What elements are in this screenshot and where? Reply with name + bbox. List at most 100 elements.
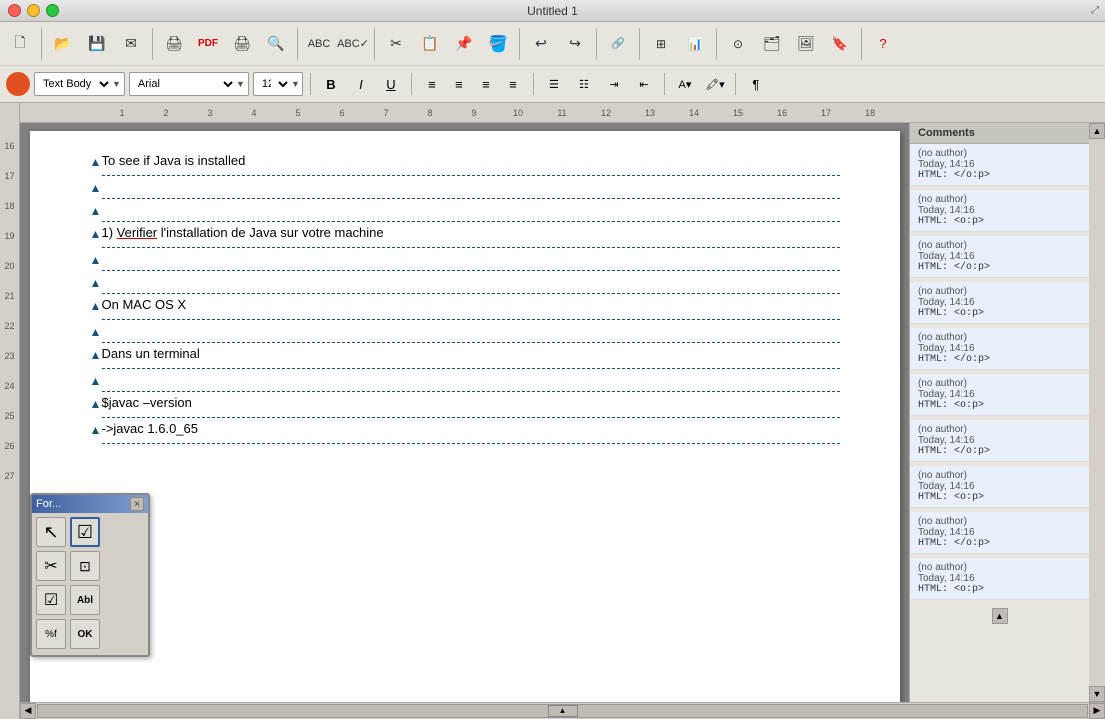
line-5-content[interactable] — [102, 249, 840, 271]
line-8-content[interactable] — [102, 321, 840, 343]
paste-button[interactable]: 📌 — [448, 28, 480, 60]
scroll-down-button[interactable]: ▼ — [1089, 686, 1105, 702]
open-button[interactable]: 📂 — [47, 28, 79, 60]
new-button[interactable]: 🗋 — [4, 28, 36, 60]
font-select[interactable]: Arial — [130, 77, 236, 91]
indent-more-button[interactable]: ⇥ — [601, 72, 627, 96]
find-button[interactable]: 🔍 — [260, 28, 292, 60]
align-left-button[interactable]: ≡ — [419, 72, 445, 96]
float-toolbar-header: For... × — [32, 495, 148, 513]
scroll-track[interactable] — [1089, 139, 1103, 686]
comment-5-time: Today, 14:16 — [918, 343, 1081, 354]
bottom-scroll-track[interactable]: ▲ — [37, 704, 1088, 718]
indent-less-button[interactable]: ⇤ — [631, 72, 657, 96]
cut-button[interactable]: ✂ — [380, 28, 412, 60]
scroll-up-button[interactable]: ▲ — [1089, 123, 1105, 139]
print-button[interactable]: 🖨 — [226, 28, 258, 60]
size-dropdown[interactable]: 12 ▼ — [253, 72, 303, 96]
zoom-button[interactable] — [6, 72, 30, 96]
line-1-content[interactable]: To see if Java is installed — [102, 151, 840, 176]
scroll-right-button[interactable]: ▶ — [1089, 703, 1105, 719]
line-9-content[interactable]: Dans un terminal — [102, 344, 840, 369]
print-preview-button[interactable]: 🖨 — [158, 28, 190, 60]
line-4-arrow: ▲ — [90, 223, 102, 241]
underline-button[interactable]: U — [378, 72, 404, 96]
save-button[interactable]: 💾 — [81, 28, 113, 60]
size-select[interactable]: 12 — [254, 77, 291, 91]
comment-6-html: HTML: <o:p> — [918, 400, 1081, 411]
special1-button[interactable]: ⊙ — [722, 28, 754, 60]
hyperlink-button[interactable]: 🔗 — [602, 28, 634, 60]
ruler-num-19: 19 — [0, 213, 19, 243]
italic-button[interactable]: I — [348, 72, 374, 96]
highlight-button[interactable]: 🖍▾ — [702, 72, 728, 96]
ruler-13: 13 — [628, 108, 672, 118]
format-field-button[interactable]: %f — [36, 619, 66, 649]
ruler-7: 7 — [364, 108, 408, 118]
folder-button[interactable]: 🗂 — [756, 28, 788, 60]
line-3-content[interactable] — [102, 200, 840, 222]
close-button[interactable] — [8, 4, 21, 17]
comment-2-time: Today, 14:16 — [918, 205, 1081, 216]
window-controls[interactable] — [8, 4, 59, 17]
form-control-button[interactable]: ☑ — [70, 517, 100, 547]
bookmark-button[interactable]: 🔖 — [824, 28, 856, 60]
copy-button[interactable]: 📋 — [414, 28, 446, 60]
list-button[interactable]: ☰ — [541, 72, 567, 96]
comments-scroll-up[interactable]: ▲ — [992, 608, 1008, 624]
line-4-content[interactable]: 1) Verifier l'installation de Java sur v… — [102, 223, 840, 248]
comment-10: (no author) Today, 14:16 HTML: <o:p> — [910, 558, 1089, 600]
minimize-button[interactable] — [27, 4, 40, 17]
style-dropdown[interactable]: Text Body ▼ — [34, 72, 125, 96]
email-button[interactable]: ✉ — [115, 28, 147, 60]
font-dropdown[interactable]: Arial ▼ — [129, 72, 249, 96]
style-select[interactable]: Text Body — [35, 77, 112, 91]
numbered-list-button[interactable]: ☷ — [571, 72, 597, 96]
paragraph-button[interactable]: ¶ — [743, 72, 769, 96]
line-10: ▲ — [90, 370, 840, 392]
format-paint-button[interactable]: 🪣 — [482, 28, 514, 60]
checkbox-button[interactable]: ☑ — [36, 585, 66, 615]
toolbar-area: 🗋 📂 💾 ✉ 🖨 PDF 🖨 🔍 ABC ABC✓ ✂ 📋 📌 🪣 ↩ ↪ 🔗… — [0, 22, 1105, 103]
chart-button[interactable]: 📊 — [679, 28, 711, 60]
scroll-left-button[interactable]: ◀ — [20, 703, 36, 719]
comment-1-time: Today, 14:16 — [918, 159, 1081, 170]
bold-button[interactable]: B — [318, 72, 344, 96]
undo-button[interactable]: ↩ — [525, 28, 557, 60]
document-page[interactable]: ▲ To see if Java is installed ▲ — [30, 131, 900, 702]
ok-button[interactable]: OK — [70, 619, 100, 649]
align-right-button[interactable]: ≡ — [473, 72, 499, 96]
line-6-content[interactable] — [102, 272, 840, 294]
select-tool-button[interactable]: ↖ — [36, 517, 66, 547]
font-color-button[interactable]: A▾ — [672, 72, 698, 96]
line-11-text: $javac –version — [102, 395, 192, 410]
cut-tool-button[interactable]: ✂ — [36, 551, 66, 581]
line-2-content[interactable] — [102, 177, 840, 199]
page-area[interactable]: ▲ To see if Java is installed ▲ — [20, 123, 909, 702]
help-button[interactable]: ? — [867, 28, 899, 60]
line-12-content[interactable]: ->javac 1.6.0_65 — [102, 419, 840, 444]
redo-button[interactable]: ↪ — [559, 28, 591, 60]
comment-5-author: (no author) — [918, 332, 1081, 343]
line-7-content[interactable]: On MAC OS X — [102, 295, 840, 320]
bottom-scroll-thumb[interactable]: ▲ — [548, 705, 578, 717]
spellcheck-button[interactable]: ABC — [303, 28, 335, 60]
line-5: ▲ — [90, 249, 840, 271]
ruler-12: 12 — [584, 108, 628, 118]
ruler-num-16: 16 — [0, 123, 19, 153]
image-control-button[interactable]: ⊡ — [70, 551, 100, 581]
autocorrect-button[interactable]: ABC✓ — [337, 28, 369, 60]
line-11-content[interactable]: $javac –version — [102, 393, 840, 418]
line-3: ▲ — [90, 200, 840, 222]
table-button[interactable]: ⊞ — [645, 28, 677, 60]
label-control-button[interactable]: Abl — [70, 585, 100, 615]
image-button[interactable]: 🖼 — [790, 28, 822, 60]
maximize-button[interactable] — [46, 4, 59, 17]
align-center-button[interactable]: ≡ — [446, 72, 472, 96]
pdf-button[interactable]: PDF — [192, 28, 224, 60]
bottom-scrollbar: ◀ ▲ ▶ — [20, 702, 1105, 718]
line-10-content[interactable] — [102, 370, 840, 392]
float-close-button[interactable]: × — [130, 497, 144, 511]
comment-6: (no author) Today, 14:16 HTML: <o:p> — [910, 374, 1089, 416]
align-justify-button[interactable]: ≡ — [500, 72, 526, 96]
